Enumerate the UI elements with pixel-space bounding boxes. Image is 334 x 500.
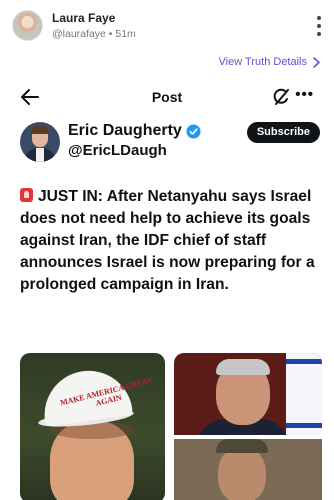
more-icon[interactable] — [316, 16, 322, 36]
poster-meta: @laurafaye • 51m — [52, 28, 136, 40]
idf-chief-photo — [174, 439, 322, 500]
chevron-right-icon — [313, 56, 320, 68]
subscribe-button: Subscribe — [246, 122, 320, 143]
grok-icon — [273, 88, 289, 105]
poster-handle: @laurafaye — [52, 28, 106, 40]
tweet-text: JUST IN: After Netanyahu says Israel doe… — [20, 186, 316, 296]
avatar[interactable] — [12, 10, 43, 41]
truth-details-label: View Truth Details — [218, 56, 307, 68]
poster-name[interactable]: Laura Faye — [52, 11, 115, 25]
author-avatar — [20, 122, 60, 162]
post-header: Laura Faye @laurafaye • 51m — [12, 10, 322, 44]
trump-photo: MAKE AMERICA GREAT AGAIN — [20, 353, 165, 500]
verified-icon — [186, 123, 201, 139]
screenshot-nav: Post ••• — [12, 80, 322, 116]
author-name-row: Eric Daugherty — [68, 122, 201, 140]
netanyahu-photo — [174, 353, 322, 435]
view-truth-details-link[interactable]: View Truth Details — [219, 56, 320, 68]
post-time: 51m — [115, 28, 136, 40]
tweet-body: JUST IN: After Netanyahu says Israel doe… — [20, 188, 315, 293]
tweet-media: MAKE AMERICA GREAT AGAIN — [20, 353, 322, 500]
author-name: Eric Daugherty — [68, 122, 182, 139]
embedded-screenshot[interactable]: Post ••• Eric Daugherty @EricLDaugh Subs… — [12, 80, 322, 500]
author-handle: @EricLDaugh — [68, 142, 167, 159]
more-dots-icon: ••• — [295, 86, 314, 103]
tweet-author: Eric Daugherty @EricLDaugh Subscribe — [20, 122, 320, 166]
siren-icon — [20, 188, 33, 202]
